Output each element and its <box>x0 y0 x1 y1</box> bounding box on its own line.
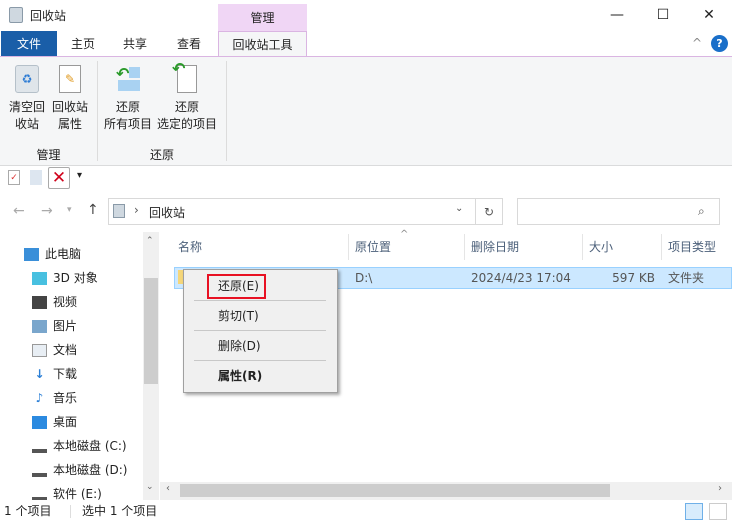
group-manage-label: 管理 <box>36 148 61 162</box>
ribbon-tabs: 文件 主页 共享 查看 回收站工具 ^ ? <box>0 31 732 58</box>
nav-item-music[interactable]: ♪ 音乐 <box>32 387 77 409</box>
drive-icon <box>32 488 47 500</box>
row-type: 文件夹 <box>668 271 705 285</box>
menu-item-properties[interactable]: 属性(R) <box>218 366 262 386</box>
navigation-pane: 此电脑 3D 对象 视频 图片 文档 ↓ 下载 ♪ 音乐 桌面 本地磁盘 (C:) … <box>0 232 160 500</box>
breadcrumb[interactable]: 回收站 <box>149 204 185 221</box>
empty-recycle-bin-button[interactable]: ♻ 清空回 收站 <box>6 63 48 133</box>
address-bar[interactable]: › 回收站 ⌄ <box>108 198 476 225</box>
ribbon: ♻ 清空回 收站 ✎ 回收站 属性 ↶ 还原 所有项目 ↶ 还原 选定的项目 管理 还原 <box>0 56 732 166</box>
nav-item-videos[interactable]: 视频 <box>32 291 77 313</box>
customize-qat-icon[interactable]: ▾ <box>77 170 82 181</box>
status-bar: 1 个项目 选中 1 个项目 <box>0 500 732 523</box>
tab-file[interactable]: 文件 <box>1 31 57 57</box>
desktop-icon <box>32 415 47 429</box>
horizontal-scrollbar-thumb[interactable] <box>180 484 610 497</box>
forward-icon[interactable]: → <box>41 203 53 219</box>
properties-qat-icon[interactable]: ✓ <box>8 170 20 185</box>
restore-all-button[interactable]: ↶ 还原 所有项目 <box>102 63 154 133</box>
computer-icon <box>24 247 39 261</box>
download-icon: ↓ <box>34 366 45 381</box>
nav-item-downloads[interactable]: ↓ 下载 <box>32 363 77 385</box>
refresh-icon[interactable]: ↻ <box>476 198 503 225</box>
nav-item-this-pc[interactable]: 此电脑 <box>24 243 81 265</box>
nav-item-drive-e[interactable]: 软件 (E:) <box>32 483 102 500</box>
video-icon <box>32 295 47 309</box>
tab-view[interactable]: 查看 <box>166 31 212 57</box>
3d-objects-icon <box>32 271 47 285</box>
nav-scrollbar[interactable]: ⌃ ⌄ <box>143 232 159 500</box>
quick-access-toolbar: ✓ ✕ ▾ <box>0 166 732 190</box>
nav-item-desktop[interactable]: 桌面 <box>32 411 77 433</box>
back-icon[interactable]: ← <box>13 203 25 219</box>
search-input[interactable]: ⌕ <box>517 198 720 225</box>
new-folder-qat-icon[interactable] <box>30 170 42 185</box>
tab-share[interactable]: 共享 <box>112 31 158 57</box>
recycle-bin-icon <box>113 204 125 218</box>
delete-qat-icon[interactable]: ✕ <box>48 167 70 189</box>
address-dropdown-icon[interactable]: ⌄ <box>455 203 463 214</box>
tab-home[interactable]: 主页 <box>60 31 106 57</box>
nav-item-documents[interactable]: 文档 <box>32 339 77 361</box>
restore-selected-icon: ↶ <box>172 60 197 93</box>
nav-item-pictures[interactable]: 图片 <box>32 315 77 337</box>
documents-icon <box>32 343 47 357</box>
sort-ascending-icon: ^ <box>400 229 409 240</box>
properties-icon: ✎ <box>59 65 81 93</box>
drive-icon <box>32 464 47 477</box>
group-restore-label: 还原 <box>149 148 174 162</box>
drive-icon <box>32 440 47 453</box>
recent-locations-icon[interactable]: ▾ <box>67 205 72 215</box>
row-deleted-date: 2024/4/23 17:04 <box>471 271 571 285</box>
recycle-bin-properties-button[interactable]: ✎ 回收站 属性 <box>48 63 92 133</box>
restore-all-icon: ↶ <box>114 65 142 93</box>
empty-recycle-bin-icon: ♻ <box>15 65 39 93</box>
column-header-name[interactable]: 名称 <box>178 234 202 260</box>
menu-item-delete[interactable]: 删除(D) <box>218 336 261 356</box>
search-icon: ⌕ <box>698 204 705 218</box>
maximize-button[interactable]: ☐ <box>640 0 686 30</box>
up-icon[interactable]: ↑ <box>87 202 99 218</box>
column-header-location[interactable]: 原位置 <box>355 234 391 260</box>
horizontal-scrollbar[interactable]: ‹ › <box>160 482 732 500</box>
help-icon[interactable]: ? <box>711 35 728 52</box>
row-location: D:\ <box>355 271 373 285</box>
column-header-type[interactable]: 项目类型 <box>668 234 716 260</box>
menu-item-restore[interactable]: 还原(E) <box>218 276 259 296</box>
restore-selected-button[interactable]: ↶ 还原 选定的项目 <box>155 60 219 133</box>
selected-count: 选中 1 个项目 <box>82 504 158 518</box>
column-header-size[interactable]: 大小 <box>589 234 613 260</box>
row-size: 597 KB <box>612 271 655 285</box>
music-icon: ♪ <box>35 390 44 405</box>
menu-item-cut[interactable]: 剪切(T) <box>218 306 259 326</box>
close-button[interactable]: ✕ <box>686 0 732 30</box>
window-title: 回收站 <box>30 9 67 23</box>
pictures-icon <box>32 319 47 333</box>
details-view-icon[interactable] <box>685 503 703 520</box>
collapse-ribbon-icon[interactable]: ^ <box>692 36 702 50</box>
nav-item-3d-objects[interactable]: 3D 对象 <box>32 267 98 289</box>
context-menu: 还原(E) 剪切(T) 删除(D) 属性(R) <box>183 269 338 393</box>
context-tab-group: 管理 <box>218 4 307 32</box>
breadcrumb-separator-icon: › <box>134 203 139 217</box>
title-bar: 回收站 管理 — ☐ ✕ <box>0 0 732 32</box>
large-icons-view-icon[interactable] <box>709 503 727 520</box>
tab-recycle-bin-tools[interactable]: 回收站工具 <box>218 31 307 58</box>
nav-item-drive-d[interactable]: 本地磁盘 (D:) <box>32 459 127 481</box>
minimize-button[interactable]: — <box>594 0 640 30</box>
recycle-bin-icon <box>9 7 23 23</box>
item-count: 1 个项目 <box>4 504 52 518</box>
column-header-deleted-date[interactable]: 删除日期 <box>471 234 519 260</box>
nav-item-drive-c[interactable]: 本地磁盘 (C:) <box>32 435 127 457</box>
nav-scrollbar-thumb[interactable] <box>144 278 158 384</box>
